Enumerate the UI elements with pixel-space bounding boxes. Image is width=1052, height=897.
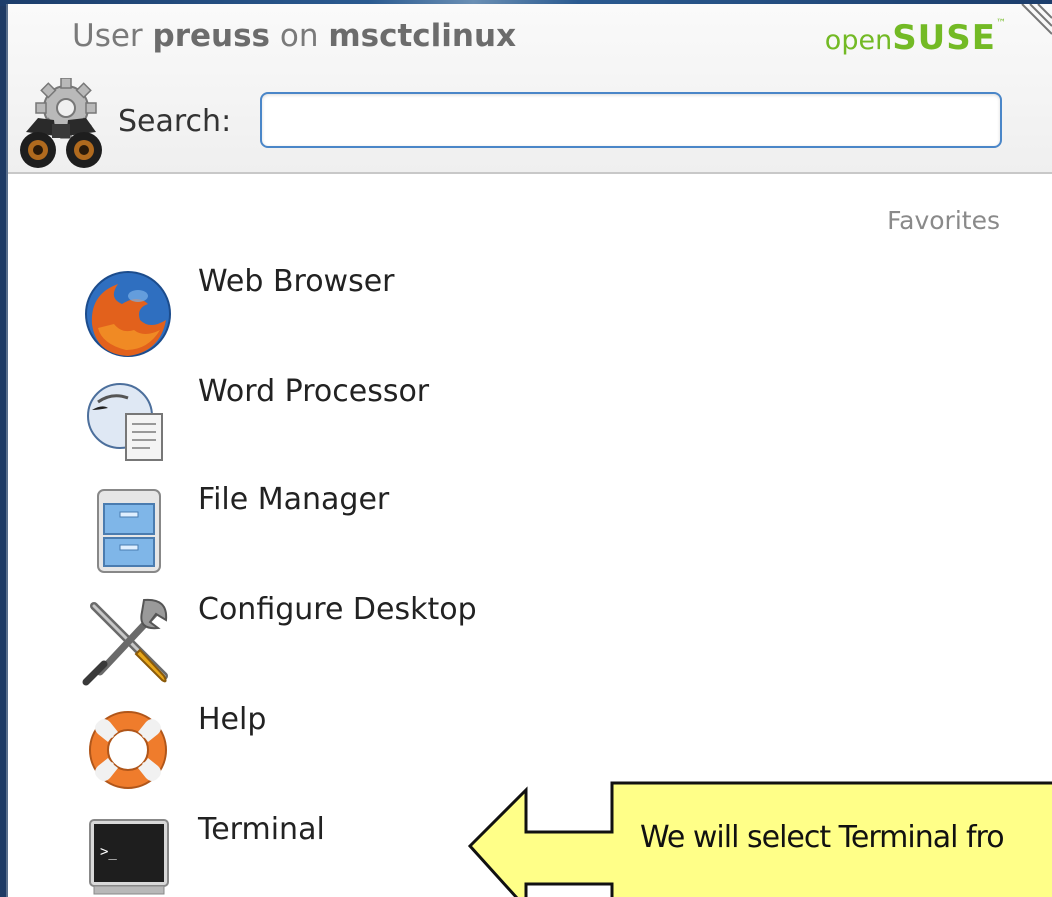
search-input[interactable] [260, 92, 1002, 148]
on-text: on [279, 18, 319, 54]
word-processor-icon [87, 383, 163, 461]
brand-suse: SUSE [892, 18, 996, 58]
favorite-label: Word Processor [198, 374, 430, 409]
favorite-label: Configure Desktop [198, 592, 477, 627]
hostname: msctclinux [328, 18, 517, 54]
opensuse-logo: openSUSE™ [825, 18, 1006, 58]
terminal-icon: >_ [89, 819, 169, 895]
firefox-icon [85, 271, 171, 357]
username: preuss [152, 18, 271, 54]
resize-corner-icon[interactable] [1012, 4, 1052, 44]
user-info: User preuss on msctclinux [72, 18, 516, 54]
search-label: Search: [118, 104, 232, 139]
launcher-header: User preuss on msctclinux openSUSE™ Sear… [8, 4, 1052, 174]
binoculars-gear-icon [20, 78, 102, 168]
callout-text: We will select Terminal fro [640, 820, 1005, 855]
user-prefix: User [72, 18, 143, 54]
brand-open: open [824, 25, 893, 56]
favorite-word-processor[interactable]: Word Processor [78, 374, 638, 474]
favorite-web-browser[interactable]: Web Browser [78, 264, 638, 364]
brand-tm: ™ [996, 18, 1006, 29]
favorite-label: Help [198, 702, 267, 737]
svg-text:>_: >_ [100, 844, 117, 860]
favorite-file-manager[interactable]: File Manager [78, 482, 638, 582]
favorites-section-title: Favorites [887, 206, 1000, 235]
favorite-label: Terminal [198, 812, 325, 847]
favorite-configure-desktop[interactable]: Configure Desktop [78, 592, 638, 692]
configure-desktop-icon [82, 598, 168, 686]
file-manager-icon [97, 489, 161, 573]
favorite-label: Web Browser [198, 264, 395, 299]
help-lifebuoy-icon [89, 711, 167, 789]
favorite-label: File Manager [198, 482, 390, 517]
application-launcher-menu: User preuss on msctclinux openSUSE™ Sear… [6, 4, 1052, 897]
